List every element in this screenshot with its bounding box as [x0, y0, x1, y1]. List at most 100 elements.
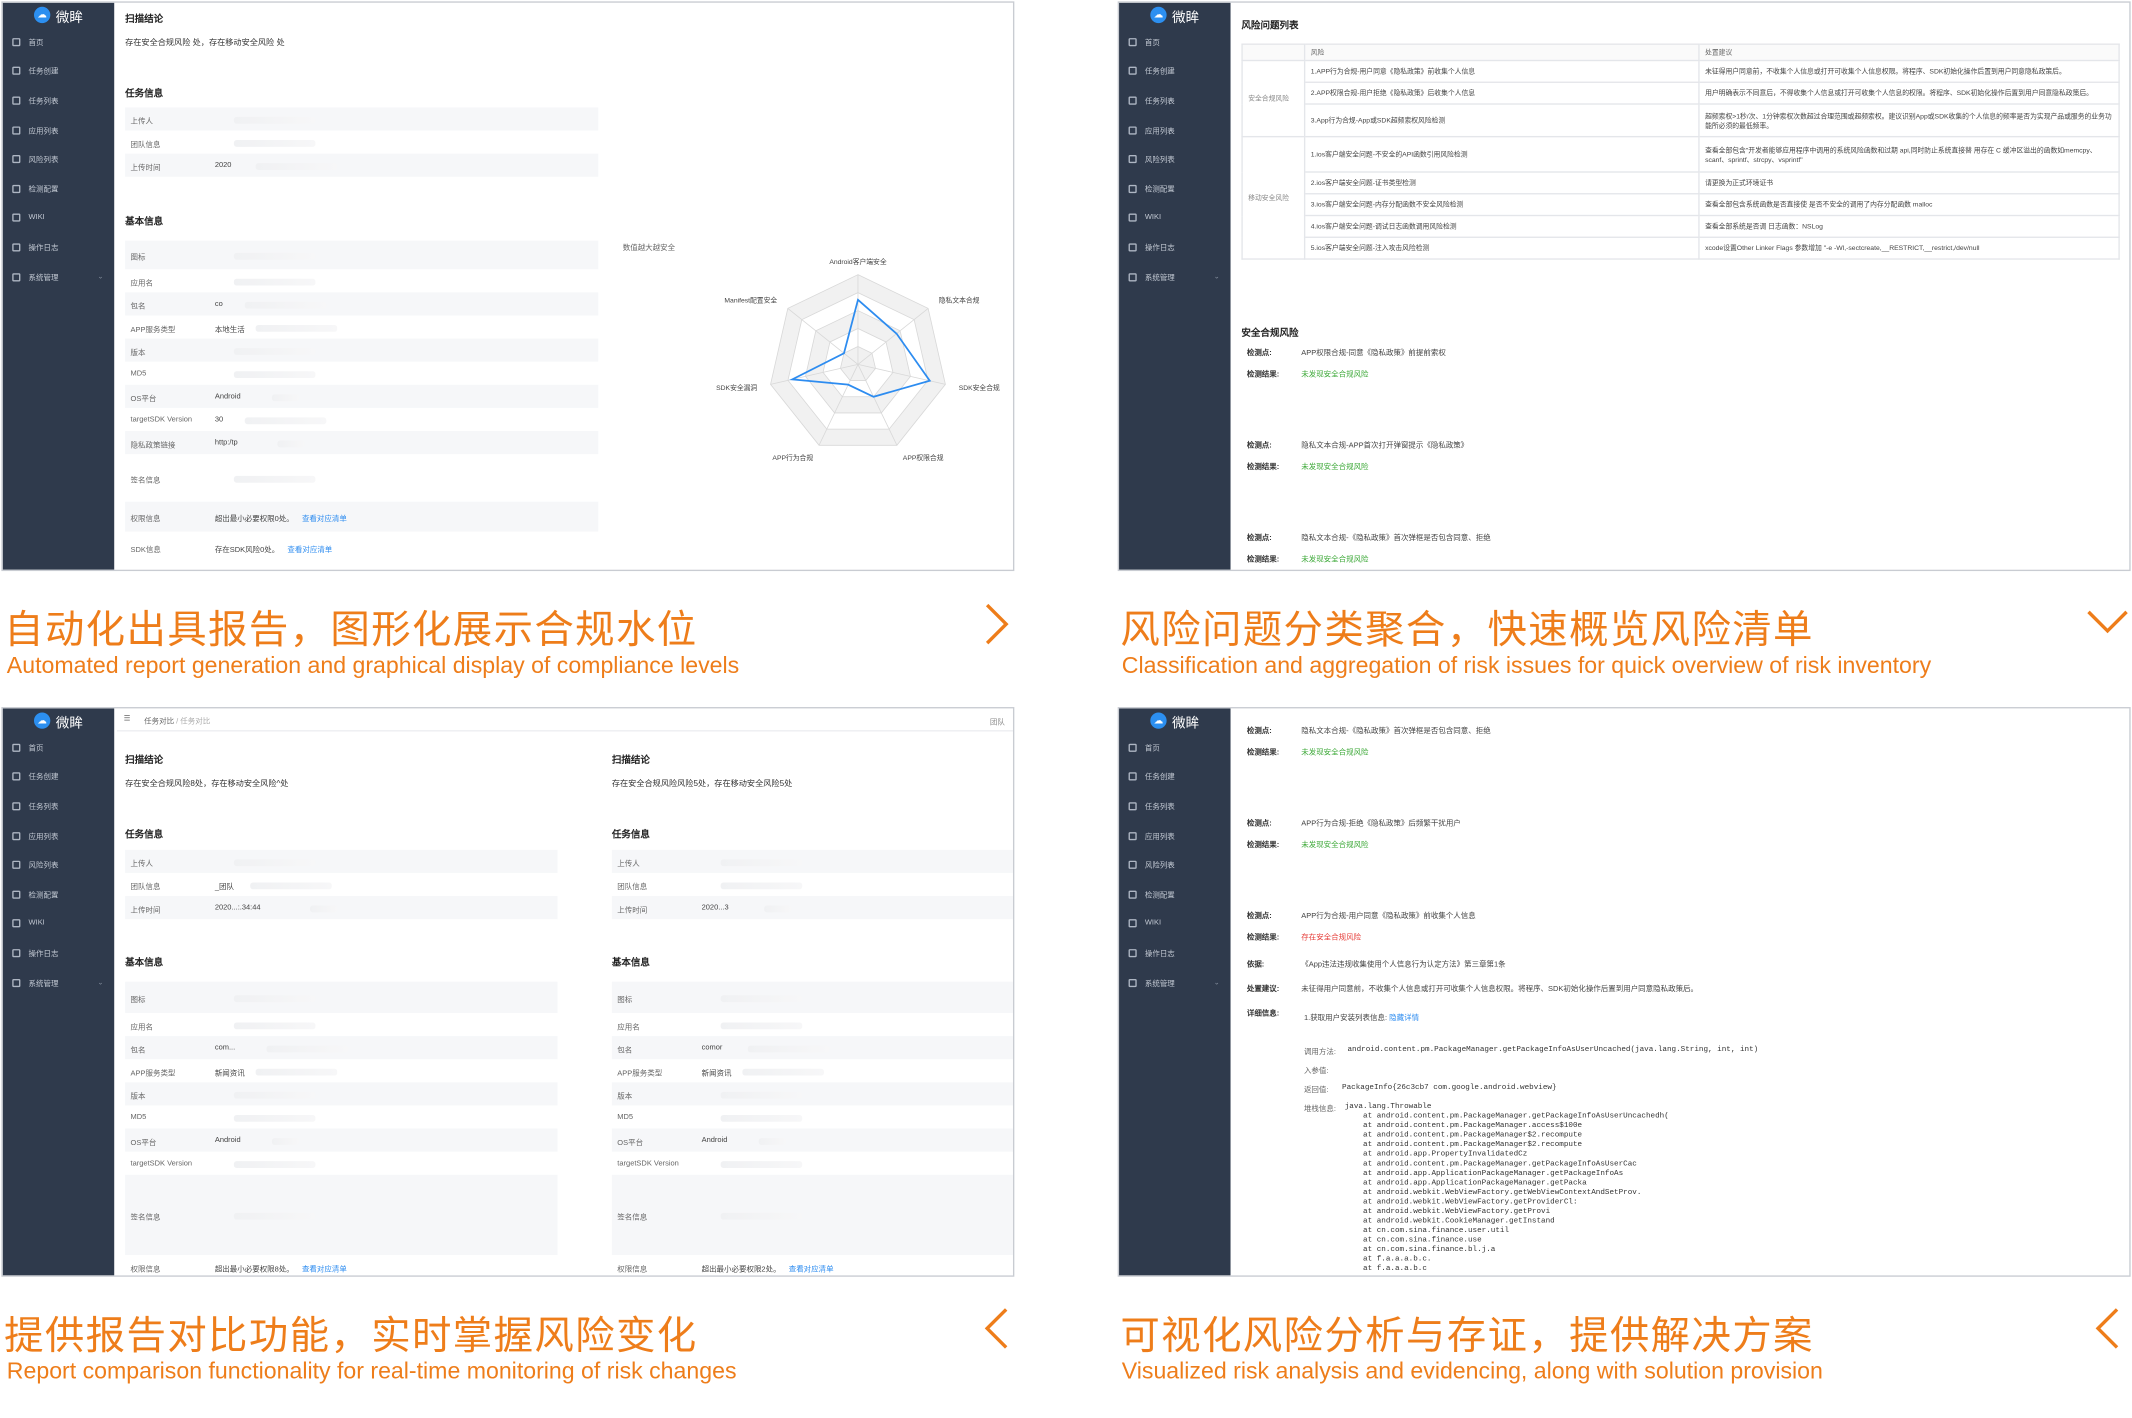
sidebar-item[interactable]: 任务创建	[3, 762, 114, 791]
sidebar-item[interactable]: 首页	[1119, 27, 1230, 56]
row-background	[125, 338, 599, 362]
info-label: 包名	[130, 302, 146, 311]
chevron-left-icon[interactable]	[974, 1305, 1020, 1351]
app-icon	[1128, 125, 1137, 135]
row-background	[611, 1082, 1013, 1106]
sidebar-item[interactable]: 风险列表	[1119, 145, 1230, 174]
sidebar-item-label: 任务列表	[1144, 97, 1175, 107]
sidebar-item[interactable]: 检测配置	[1119, 174, 1230, 203]
compliance-risk-title: 安全合规风险	[1241, 329, 1299, 339]
sidebar-item[interactable]: WIKI	[1119, 203, 1230, 232]
info-value: http:/tp	[215, 439, 238, 447]
sidebar-item[interactable]: 任务列表	[3, 792, 114, 821]
table-row[interactable]: 4.ios客户端安全问题-调试日志函数调用风险检测 查看全部系统是否调 日志函数：…	[1242, 214, 2120, 238]
sidebar-item[interactable]: 风险列表	[3, 850, 114, 879]
sidebar-item[interactable]: 任务列表	[1119, 86, 1230, 115]
scan-conclusion-text: 存在安全合规风险风险5处，存在移动安全风险5处	[611, 780, 793, 789]
sidebar-item[interactable]: 风险列表	[1119, 850, 1230, 879]
chevron-right-icon[interactable]	[974, 601, 1020, 647]
info-value: 新闻资讯	[215, 1067, 245, 1077]
sidebar-item[interactable]: 系统管理 ⌄	[3, 968, 114, 997]
info-label: targetSDK Version	[130, 415, 193, 424]
sidebar-item[interactable]: 任务创建	[1119, 762, 1230, 791]
sidebar-item[interactable]: 操作日志	[1119, 233, 1230, 262]
sidebar-item[interactable]: 应用列表	[3, 821, 114, 850]
sidebar-item[interactable]: 任务创建	[3, 57, 114, 86]
sidebar-item[interactable]: 首页	[3, 733, 114, 762]
sidebar-item[interactable]: 系统管理 ⌄	[3, 262, 114, 291]
view-list-link[interactable]: 查看对应清单	[287, 546, 332, 554]
check-result-value: 未发现安全合规风险	[1301, 463, 1369, 472]
sidebar-item[interactable]: WIKI	[3, 909, 114, 938]
header-risk: 风险	[1303, 43, 1700, 62]
sidebar-menu: 首页 任务创建 任务列表 应用列表 风险列表 检测配置 WIKI 操作日志 系统管理 ⌄	[3, 733, 114, 997]
row-background	[125, 153, 599, 177]
logo-icon: ☁	[1150, 712, 1167, 729]
chevron-left-icon[interactable]	[2084, 1305, 2130, 1351]
info-label: 权限信息	[617, 1265, 648, 1274]
sidebar-item[interactable]: 检测配置	[3, 880, 114, 909]
user-icon	[1128, 978, 1137, 987]
table-row[interactable]: 2.APP权限合规-用户拒绝《隐私政策》后收集个人信息 用户明确表示不同意后，不得…	[1242, 81, 2120, 105]
redacted-value	[233, 252, 316, 260]
basis-label: 依据:	[1246, 961, 1265, 970]
sidebar-item[interactable]: 应用列表	[1119, 115, 1230, 144]
compare-content: ☰ 任务对比 / 任务对比 团队 扫描结论 存在安全合规风险8处，存在移动安全风险…	[116, 708, 1013, 1275]
sidebar-item[interactable]: 操作日志	[1119, 938, 1230, 967]
sidebar-item[interactable]: 任务创建	[1119, 57, 1230, 86]
view-list-link[interactable]: 查看对应清单	[789, 1265, 834, 1273]
info-label: 团队信息	[130, 883, 161, 892]
view-list-link[interactable]: 查看对应清单	[302, 1265, 347, 1273]
sidebar-item[interactable]: 应用列表	[1119, 821, 1230, 850]
sidebar-item[interactable]: 系统管理 ⌄	[1119, 262, 1230, 291]
table-row[interactable]: 移动安全风险 1.ios客户端安全问题-不安全的API函数引用风险检测 查看全部包含…	[1241, 135, 2120, 260]
edit-icon	[1128, 67, 1137, 76]
sidebar-item[interactable]: 操作日志	[3, 233, 114, 262]
sidebar-menu: 首页 任务创建任务列表应用列表 风险列表 检测配置 WIKI 操作日志 系统管理 ⌄	[1119, 27, 1230, 291]
sidebar-item[interactable]: 任务列表	[1119, 792, 1230, 821]
redacted-value	[742, 1068, 824, 1075]
sidebar-item[interactable]: 首页	[3, 27, 114, 56]
task-info-title: 任务信息	[125, 830, 164, 841]
info-label: 权限信息	[130, 515, 161, 524]
table-row[interactable]: 3.ios客户端安全问题-内存分配函数不安全风险检测 查看全部包含系统函数是否直接…	[1242, 193, 2120, 217]
user-icon	[12, 978, 21, 987]
table-row[interactable]: 2.ios客户端安全问题-证书类型检测 请更换为正式环境证书	[1242, 171, 2120, 195]
sidebar-item[interactable]: 应用列表	[3, 115, 114, 144]
list-icon	[1128, 96, 1137, 105]
table-row[interactable]: 3.App行为合规-App或SDK超频索权风险检测 超频索权>1秒/次、1分钟索权…	[1242, 103, 2120, 138]
table-row[interactable]: 安全合规风险 1.APP行为合规-用户同意《隐私政策》前收集个人信息 未征得用户同意…	[1241, 59, 2120, 138]
sidebar-item[interactable]: 检测配置	[1119, 880, 1230, 909]
check-point-label: 检测点:	[1246, 534, 1272, 543]
redacted-value	[233, 1021, 316, 1029]
info-value-text: 存在SDK风险0处。	[214, 545, 280, 555]
sidebar-item[interactable]: 任务列表	[3, 86, 114, 115]
sidebar-item[interactable]: 系统管理 ⌄	[1119, 968, 1230, 997]
stack-line: at android.app.PropertyInvalidatedCz	[1344, 1148, 1528, 1159]
redacted-value	[233, 278, 316, 285]
info-label: 团队信息	[130, 140, 161, 149]
basic-info-title: 基本信息	[125, 217, 164, 228]
sidebar-item[interactable]: 检测配置	[3, 174, 114, 203]
chevron-down-icon[interactable]	[2084, 598, 2130, 644]
config-icon	[12, 184, 21, 193]
risk-cell: 4.ios客户端安全问题-调试日志函数调用风险检测	[1303, 214, 1700, 238]
table-row[interactable]: 5.ios客户端安全问题-注入攻击风险检测 xcode设置Other Linker…	[1242, 236, 2120, 260]
table-header-row: 风险 处置建议	[1241, 43, 2120, 62]
sidebar-item[interactable]: WIKI	[3, 203, 114, 232]
sidebar-item[interactable]: 首页	[1119, 733, 1230, 762]
sidebar-item[interactable]: 风险列表	[3, 145, 114, 174]
sidebar-item-label: WIKI	[1144, 919, 1162, 928]
info-value-text: 超出最小必要权限0处。	[214, 515, 294, 524]
info-label: 上传人	[130, 117, 153, 126]
app-logo: ☁ 微眸	[1119, 708, 1230, 732]
book-icon	[12, 919, 21, 928]
hide-detail-link[interactable]: 隐藏详情	[1389, 1014, 1419, 1022]
caption-3-cn: 提供报告对比功能，实时掌握风险变化	[4, 1312, 698, 1359]
view-list-link[interactable]: 查看对应清单	[302, 515, 347, 523]
sidebar-item[interactable]: WIKI	[1119, 909, 1230, 938]
info-label: MD5	[130, 369, 147, 378]
risk-cell: 2.ios客户端安全问题-证书类型检测	[1303, 171, 1700, 195]
sidebar-item[interactable]: 操作日志	[3, 938, 114, 967]
info-label: 上传人	[617, 860, 640, 869]
